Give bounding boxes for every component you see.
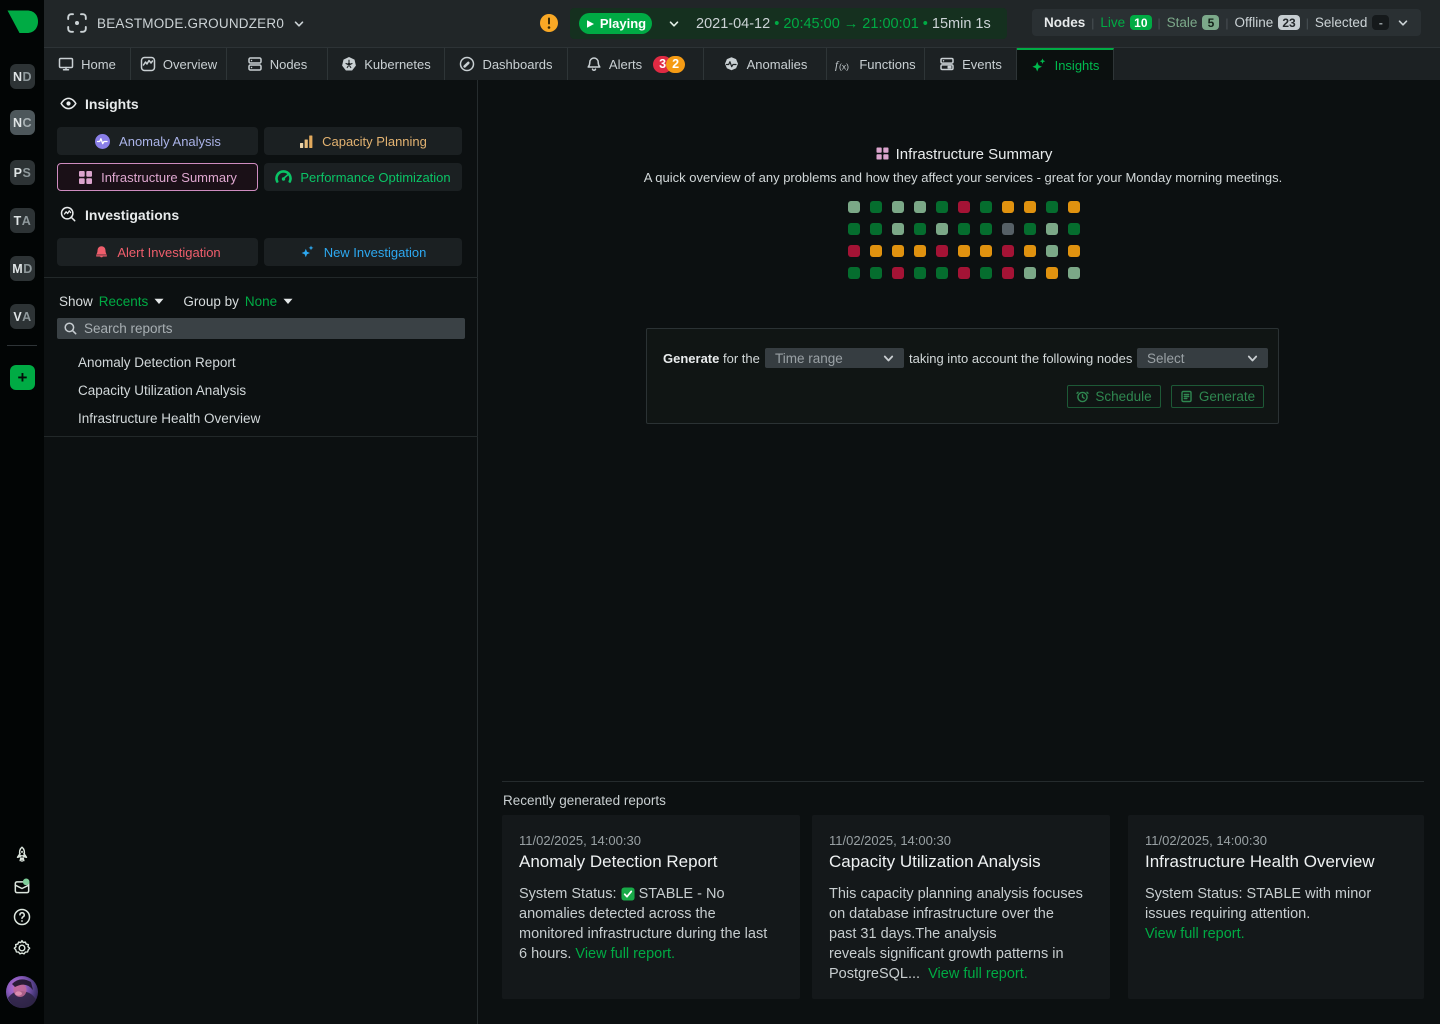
svg-text:(x): (x) <box>839 61 849 71</box>
